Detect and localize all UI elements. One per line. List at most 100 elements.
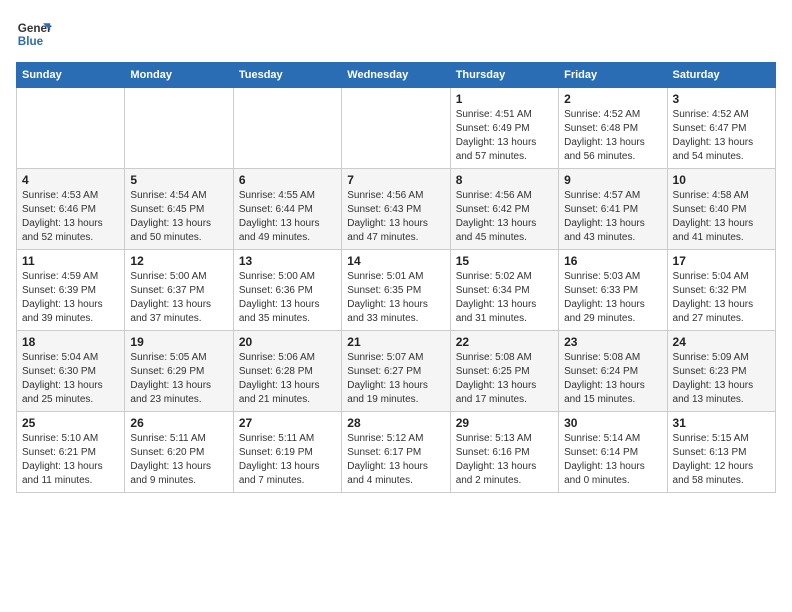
calendar-cell: 12 Sunrise: 5:00 AM Sunset: 6:37 PM Dayli… [125,250,233,331]
day-info: Sunrise: 5:04 AM Sunset: 6:30 PM Dayligh… [22,351,119,407]
day-info: Sunrise: 5:01 AM Sunset: 6:35 PM Dayligh… [347,270,444,326]
day-info: Sunrise: 5:12 AM Sunset: 6:17 PM Dayligh… [347,432,444,488]
calendar-cell [125,88,233,169]
calendar-cell: 20 Sunrise: 5:06 AM Sunset: 6:28 PM Dayli… [233,331,341,412]
day-info: Sunrise: 5:00 AM Sunset: 6:36 PM Dayligh… [239,270,336,326]
day-info: Sunrise: 5:08 AM Sunset: 6:25 PM Dayligh… [456,351,553,407]
day-info: Sunrise: 5:11 AM Sunset: 6:19 PM Dayligh… [239,432,336,488]
day-info: Sunrise: 4:56 AM Sunset: 6:42 PM Dayligh… [456,189,553,245]
day-info: Sunrise: 4:52 AM Sunset: 6:48 PM Dayligh… [564,108,661,164]
calendar-cell: 1Sunrise: 4:51 AM Sunset: 6:49 PM Daylig… [450,88,558,169]
calendar-cell: 6 Sunrise: 4:55 AM Sunset: 6:44 PM Daylig… [233,169,341,250]
calendar-cell: 31 Sunrise: 5:15 AM Sunset: 6:13 PM Dayli… [667,412,775,493]
day-info: Sunrise: 5:15 AM Sunset: 6:13 PM Dayligh… [673,432,770,488]
day-info: Sunrise: 5:08 AM Sunset: 6:24 PM Dayligh… [564,351,661,407]
calendar-cell: 29 Sunrise: 5:13 AM Sunset: 6:16 PM Dayli… [450,412,558,493]
day-info: Sunrise: 5:00 AM Sunset: 6:37 PM Dayligh… [130,270,227,326]
calendar-cell: 16 Sunrise: 5:03 AM Sunset: 6:33 PM Dayli… [559,250,667,331]
day-number: 25 [22,416,119,430]
logo-icon: General Blue [16,16,52,52]
calendar-cell: 3 Sunrise: 4:52 AM Sunset: 6:47 PM Daylig… [667,88,775,169]
day-number: 24 [673,335,770,349]
calendar-cell: 28 Sunrise: 5:12 AM Sunset: 6:17 PM Dayli… [342,412,450,493]
calendar-cell [342,88,450,169]
day-number: 6 [239,173,336,187]
day-number: 13 [239,254,336,268]
calendar-cell: 14 Sunrise: 5:01 AM Sunset: 6:35 PM Dayli… [342,250,450,331]
day-info: Sunrise: 5:13 AM Sunset: 6:16 PM Dayligh… [456,432,553,488]
day-number: 12 [130,254,227,268]
day-number: 21 [347,335,444,349]
day-number: 8 [456,173,553,187]
day-number: 5 [130,173,227,187]
day-number: 10 [673,173,770,187]
day-number: 19 [130,335,227,349]
day-number: 3 [673,92,770,106]
day-number: 14 [347,254,444,268]
day-number: 23 [564,335,661,349]
calendar-cell: 8 Sunrise: 4:56 AM Sunset: 6:42 PM Daylig… [450,169,558,250]
day-number: 16 [564,254,661,268]
day-info: Sunrise: 5:03 AM Sunset: 6:33 PM Dayligh… [564,270,661,326]
day-number: 9 [564,173,661,187]
calendar-cell: 10 Sunrise: 4:58 AM Sunset: 6:40 PM Dayli… [667,169,775,250]
calendar-cell [233,88,341,169]
day-info: Sunrise: 4:57 AM Sunset: 6:41 PM Dayligh… [564,189,661,245]
day-info: Sunrise: 5:05 AM Sunset: 6:29 PM Dayligh… [130,351,227,407]
day-number: 15 [456,254,553,268]
day-info: Sunrise: 4:53 AM Sunset: 6:46 PM Dayligh… [22,189,119,245]
day-info: Sunrise: 5:14 AM Sunset: 6:14 PM Dayligh… [564,432,661,488]
calendar-cell: 17Sunrise: 5:04 AM Sunset: 6:32 PM Dayli… [667,250,775,331]
calendar-cell [17,88,125,169]
day-number: 2 [564,92,661,106]
day-info: Sunrise: 5:11 AM Sunset: 6:20 PM Dayligh… [130,432,227,488]
day-info: Sunrise: 4:59 AM Sunset: 6:39 PM Dayligh… [22,270,119,326]
day-number: 28 [347,416,444,430]
day-number: 11 [22,254,119,268]
weekday-header-tuesday: Tuesday [233,63,341,88]
calendar-cell: 23 Sunrise: 5:08 AM Sunset: 6:24 PM Dayli… [559,331,667,412]
day-info: Sunrise: 4:55 AM Sunset: 6:44 PM Dayligh… [239,189,336,245]
calendar-cell: 30 Sunrise: 5:14 AM Sunset: 6:14 PM Dayli… [559,412,667,493]
day-number: 20 [239,335,336,349]
day-number: 22 [456,335,553,349]
day-info: Sunrise: 4:58 AM Sunset: 6:40 PM Dayligh… [673,189,770,245]
day-info: Sunrise: 4:56 AM Sunset: 6:43 PM Dayligh… [347,189,444,245]
calendar-cell: 18 Sunrise: 5:04 AM Sunset: 6:30 PM Dayli… [17,331,125,412]
day-number: 18 [22,335,119,349]
calendar-cell: 13 Sunrise: 5:00 AM Sunset: 6:36 PM Dayli… [233,250,341,331]
weekday-header-sunday: Sunday [17,63,125,88]
calendar-cell: 24 Sunrise: 5:09 AM Sunset: 6:23 PM Dayli… [667,331,775,412]
day-number: 31 [673,416,770,430]
day-number: 4 [22,173,119,187]
day-info: Sunrise: 4:51 AM Sunset: 6:49 PM Dayligh… [456,108,553,164]
weekday-header-wednesday: Wednesday [342,63,450,88]
svg-text:Blue: Blue [18,35,44,48]
calendar-table: SundayMondayTuesdayWednesdayThursdayFrid… [16,62,776,493]
logo: General Blue [16,16,52,52]
calendar-cell: 11 Sunrise: 4:59 AM Sunset: 6:39 PM Dayli… [17,250,125,331]
page-header: General Blue [16,16,776,52]
calendar-cell: 9 Sunrise: 4:57 AM Sunset: 6:41 PM Daylig… [559,169,667,250]
day-info: Sunrise: 5:07 AM Sunset: 6:27 PM Dayligh… [347,351,444,407]
day-info: Sunrise: 5:06 AM Sunset: 6:28 PM Dayligh… [239,351,336,407]
day-number: 27 [239,416,336,430]
calendar-cell: 26Sunrise: 5:11 AM Sunset: 6:20 PM Dayli… [125,412,233,493]
calendar-cell: 22 Sunrise: 5:08 AM Sunset: 6:25 PM Dayli… [450,331,558,412]
day-number: 30 [564,416,661,430]
day-number: 29 [456,416,553,430]
day-info: Sunrise: 5:02 AM Sunset: 6:34 PM Dayligh… [456,270,553,326]
day-number: 17 [673,254,770,268]
calendar-cell: 4 Sunrise: 4:53 AM Sunset: 6:46 PM Daylig… [17,169,125,250]
day-info: Sunrise: 4:52 AM Sunset: 6:47 PM Dayligh… [673,108,770,164]
weekday-header-thursday: Thursday [450,63,558,88]
calendar-cell: 27 Sunrise: 5:11 AM Sunset: 6:19 PM Dayli… [233,412,341,493]
day-info: Sunrise: 4:54 AM Sunset: 6:45 PM Dayligh… [130,189,227,245]
calendar-cell: 2 Sunrise: 4:52 AM Sunset: 6:48 PM Daylig… [559,88,667,169]
day-info: Sunrise: 5:10 AM Sunset: 6:21 PM Dayligh… [22,432,119,488]
calendar-cell: 15 Sunrise: 5:02 AM Sunset: 6:34 PM Dayli… [450,250,558,331]
calendar-cell: 19 Sunrise: 5:05 AM Sunset: 6:29 PM Dayli… [125,331,233,412]
day-info: Sunrise: 5:09 AM Sunset: 6:23 PM Dayligh… [673,351,770,407]
calendar-cell: 21 Sunrise: 5:07 AM Sunset: 6:27 PM Dayli… [342,331,450,412]
calendar-cell: 5 Sunrise: 4:54 AM Sunset: 6:45 PM Daylig… [125,169,233,250]
